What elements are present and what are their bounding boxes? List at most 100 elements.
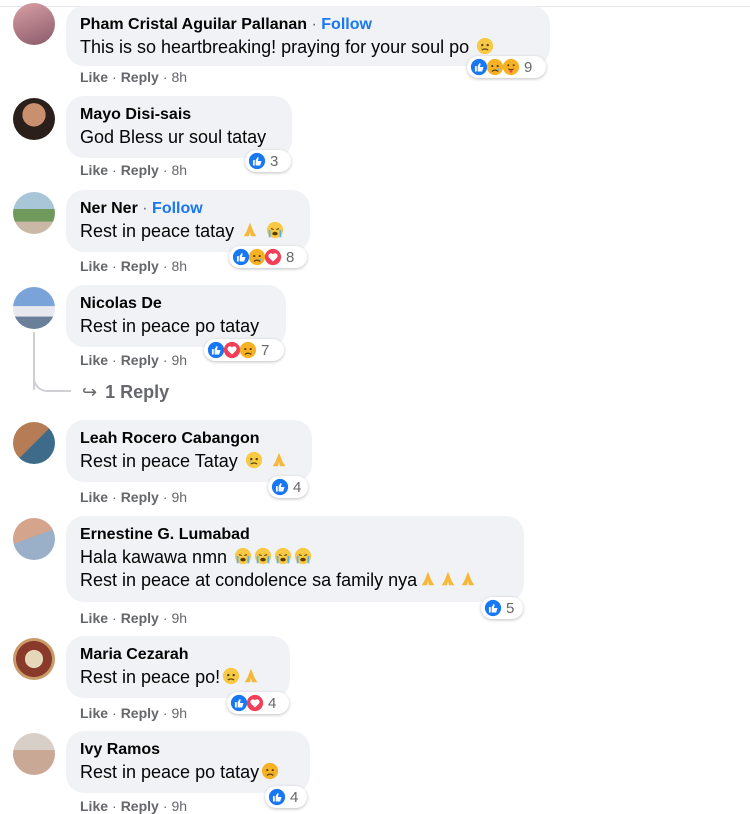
avatar[interactable] (13, 3, 55, 45)
reaction-count: 4 (268, 694, 277, 712)
reactions-summary[interactable]: 4 (268, 476, 308, 498)
like-link[interactable]: Like (80, 798, 108, 814)
comment-bubble: Mayo Disi-sais God Bless ur soul tatay (66, 96, 292, 158)
crying-face-icon (254, 547, 272, 565)
comment-actions: Like · Reply · 9h (80, 352, 188, 368)
reaction-count: 8 (286, 248, 295, 266)
reaction-count: 5 (506, 599, 515, 617)
reactions-summary[interactable]: 9 (467, 56, 546, 78)
separator-dot: · (311, 16, 317, 33)
reaction-count: 3 (270, 152, 279, 170)
timestamp[interactable]: 9h (171, 352, 187, 368)
reaction-count: 4 (293, 478, 302, 496)
like-link[interactable]: Like (80, 69, 108, 85)
avatar[interactable] (13, 422, 55, 464)
reply-arrow-icon: ↪ (82, 382, 98, 402)
like-link[interactable]: Like (80, 489, 108, 505)
follow-button[interactable]: Follow (321, 16, 372, 33)
reply-link[interactable]: Reply (121, 798, 159, 814)
reply-link[interactable]: Reply (121, 258, 159, 274)
like-link[interactable]: Like (80, 162, 108, 178)
praying-hands-icon (461, 571, 475, 586)
reply-link[interactable]: Reply (121, 705, 159, 721)
comment-text: Rest in peace po tatay (80, 762, 260, 782)
sad-face-icon (239, 341, 257, 359)
comment-bubble: Ernestine G. Lumabad Hala kawawa nmn Res… (66, 516, 524, 602)
comment-bubble: Leah Rocero Cabangon Rest in peace Tatay (66, 420, 312, 482)
timestamp[interactable]: 8h (171, 162, 187, 178)
comment-actions: Like · Reply · 9h (80, 489, 188, 505)
comment-text: Rest in peace Tatay (80, 451, 238, 471)
comment-actions: Like · Reply · 8h (80, 69, 188, 85)
praying-hands-icon (272, 452, 286, 467)
view-replies-label: 1 Reply (105, 382, 170, 402)
reply-link[interactable]: Reply (121, 489, 159, 505)
comment-bubble: Ner Ner · Follow Rest in peace tatay (66, 190, 310, 252)
comment-bubble: Ivy Ramos Rest in peace po tatay (66, 731, 310, 793)
like-link[interactable]: Like (80, 352, 108, 368)
crying-face-icon (234, 547, 252, 565)
comment-author[interactable]: Pham Cristal Aguilar Pallanan (80, 16, 307, 33)
comment-actions: Like · Reply · 9h (80, 705, 188, 721)
reactions-summary[interactable]: 8 (229, 246, 307, 268)
timestamp[interactable]: 9h (171, 489, 187, 505)
avatar[interactable] (13, 638, 55, 680)
timestamp[interactable]: 8h (171, 69, 187, 85)
crying-face-icon (274, 547, 292, 565)
reactions-summary[interactable]: 7 (204, 339, 284, 361)
avatar[interactable] (13, 733, 55, 775)
comment-author[interactable]: Leah Rocero Cabangon (80, 430, 260, 447)
like-link[interactable]: Like (80, 610, 108, 626)
timestamp[interactable]: 9h (171, 705, 187, 721)
reply-link[interactable]: Reply (121, 610, 159, 626)
avatar[interactable] (13, 287, 55, 329)
thumbs-up-icon (271, 478, 289, 496)
comment-bubble: Maria Cezarah Rest in peace po! (66, 636, 290, 698)
comment-author[interactable]: Nicolas De (80, 295, 162, 312)
praying-hands-icon (244, 668, 258, 683)
comment-author[interactable]: Mayo Disi-sais (80, 106, 191, 123)
follow-button[interactable]: Follow (152, 200, 203, 217)
like-link[interactable]: Like (80, 258, 108, 274)
thread-connector-curve (33, 372, 71, 392)
avatar[interactable] (13, 192, 55, 234)
timestamp[interactable]: 9h (171, 610, 187, 626)
avatar[interactable] (13, 518, 55, 560)
comment-actions: Like · Reply · 9h (80, 610, 188, 626)
like-link[interactable]: Like (80, 705, 108, 721)
reply-link[interactable]: Reply (121, 69, 159, 85)
view-replies-link[interactable]: ↪ 1 Reply (82, 382, 169, 403)
crying-face-icon (294, 547, 312, 565)
thumbs-up-icon (268, 788, 286, 806)
teary-face-icon (222, 667, 240, 685)
comment-author[interactable]: Ernestine G. Lumabad (80, 526, 250, 543)
avatar[interactable] (13, 98, 55, 140)
reactions-summary[interactable]: 4 (265, 786, 307, 808)
comment-author[interactable]: Ivy Ramos (80, 741, 160, 758)
comment-text: God Bless ur soul tatay (80, 127, 267, 147)
teary-face-icon (245, 451, 262, 469)
reply-link[interactable]: Reply (121, 162, 159, 178)
praying-hands-icon (421, 571, 435, 586)
timestamp[interactable]: 8h (171, 258, 187, 274)
thumbs-up-icon (484, 599, 502, 617)
thumbs-up-icon (248, 152, 266, 170)
reaction-count: 4 (290, 788, 299, 806)
reaction-count: 7 (261, 341, 270, 359)
reactions-summary[interactable]: 5 (481, 597, 523, 619)
comment-text: Rest in peace po tatay (80, 316, 260, 336)
reply-link[interactable]: Reply (121, 352, 159, 368)
praying-hands-icon (243, 222, 257, 237)
comment-text-line-2: Rest in peace at condolence sa family ny… (80, 570, 418, 590)
reactions-summary[interactable]: 3 (245, 150, 291, 172)
comment-author[interactable]: Maria Cezarah (80, 646, 189, 663)
praying-hands-icon (441, 571, 455, 586)
timestamp[interactable]: 9h (171, 798, 187, 814)
heart-icon (264, 248, 282, 266)
reactions-summary[interactable]: 4 (227, 692, 289, 714)
comment-author[interactable]: Ner Ner (80, 200, 138, 217)
comment-text: This is so heartbreaking! praying for yo… (80, 37, 470, 57)
separator-dot: · (142, 200, 148, 217)
comment-text-line-1: Hala kawawa nmn (80, 547, 228, 567)
care-face-icon (502, 58, 520, 76)
